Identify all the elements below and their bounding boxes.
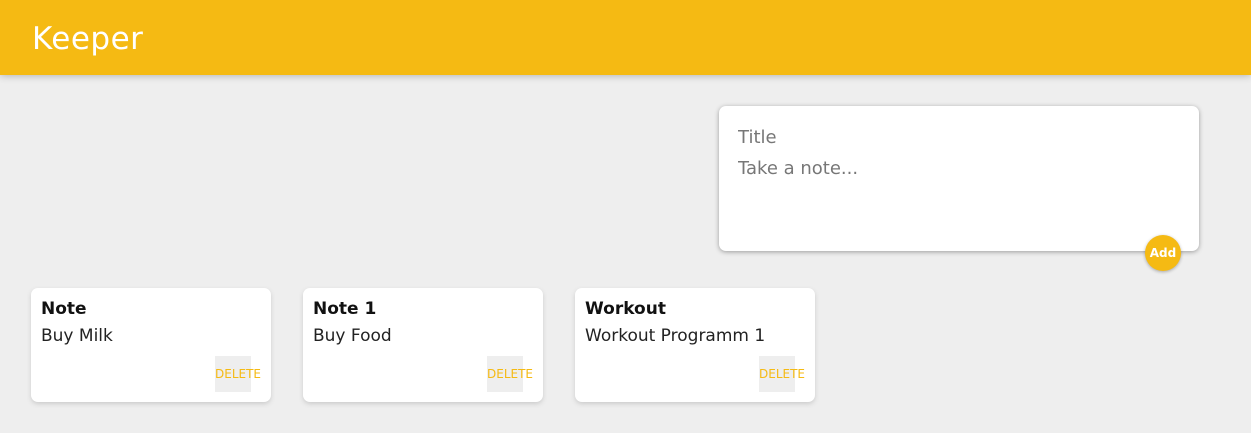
delete-note-button[interactable]: DELETE <box>759 356 805 392</box>
note-card: Note Buy Milk DELETE <box>31 288 271 402</box>
note-card: Workout Workout Programm 1 DELETE <box>575 288 815 402</box>
note-title: Note <box>41 299 87 319</box>
note-content-input[interactable] <box>738 158 1178 228</box>
note-content: Buy Food <box>313 326 392 346</box>
note-content: Workout Programm 1 <box>585 326 766 346</box>
delete-note-button[interactable]: DELETE <box>487 356 533 392</box>
app-title: Keeper <box>32 21 144 57</box>
create-note-form: Add <box>719 106 1199 271</box>
add-note-button[interactable]: Add <box>1145 235 1181 271</box>
note-title-input[interactable] <box>738 126 1178 148</box>
app-header: Keeper <box>0 0 1251 75</box>
delete-label: DELETE <box>759 367 806 381</box>
delete-note-button[interactable]: DELETE <box>215 356 261 392</box>
note-title: Note 1 <box>313 299 377 319</box>
delete-label: DELETE <box>487 367 534 381</box>
note-card: Note 1 Buy Food DELETE <box>303 288 543 402</box>
delete-label: DELETE <box>215 367 262 381</box>
note-content: Buy Milk <box>41 326 113 346</box>
note-title: Workout <box>585 299 666 319</box>
